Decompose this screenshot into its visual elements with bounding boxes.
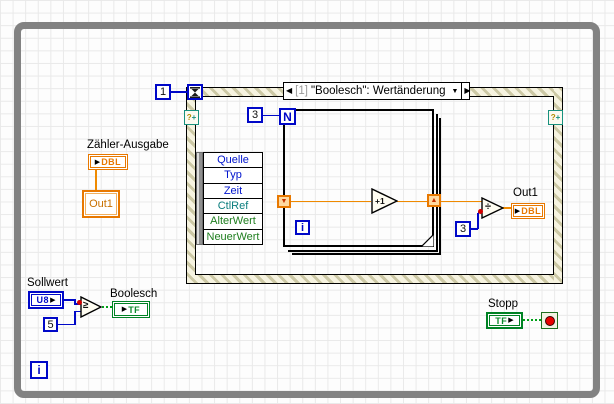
- loop-condition-terminal[interactable]: [541, 312, 558, 329]
- terminal-type: DBL: [521, 206, 542, 216]
- terminal-type: TF: [128, 304, 141, 315]
- for-loop-stack-line: [288, 250, 438, 252]
- terminal-type: U8: [36, 295, 50, 305]
- event-case-selector: ◀ [1] "Boolesch": Wertänderung ▼ ▶: [283, 82, 472, 100]
- counter-output-dbl-indicator[interactable]: ▶ DBL: [88, 154, 128, 170]
- dynamic-event-terminal-left[interactable]: ? +: [184, 110, 199, 125]
- event-data-node[interactable]: Quelle Typ Zeit CtlRef AlterWert NeuerWe…: [203, 152, 263, 245]
- dynamic-event-terminal-right[interactable]: ? +: [548, 110, 563, 125]
- stop-tf-control[interactable]: TF ▶: [486, 312, 523, 329]
- terminal-type: TF: [495, 315, 508, 326]
- out1-label[interactable]: Out1: [513, 187, 538, 199]
- wire-counter: [95, 170, 97, 190]
- for-loop-stack-line: [436, 114, 438, 252]
- wire-const-compare: [58, 323, 75, 325]
- terminal-type: DBL: [101, 157, 122, 167]
- wire-const-compare: [74, 311, 76, 325]
- indicator-arrow-icon: ▶: [121, 306, 128, 313]
- stop-control-label[interactable]: Stopp: [488, 298, 518, 310]
- event-data-row[interactable]: AlterWert: [204, 214, 262, 230]
- boolean-indicator-label[interactable]: Boolesch: [110, 288, 157, 300]
- counter-output-label[interactable]: Zähler-Ausgabe: [87, 139, 169, 151]
- divide-node[interactable]: ÷: [481, 197, 504, 219]
- for-loop-iteration-terminal[interactable]: i: [295, 220, 310, 235]
- next-case-arrow-icon[interactable]: ▶: [462, 87, 472, 95]
- case-title[interactable]: "Boolesch": Wertänderung: [311, 85, 446, 97]
- wire-count: [263, 114, 279, 116]
- setpoint-u8-control[interactable]: U8 ▶: [28, 291, 64, 309]
- control-arrow-icon: ▶: [508, 317, 514, 324]
- event-data-row[interactable]: Typ: [204, 168, 262, 184]
- hourglass-icon: [190, 86, 200, 98]
- indicator-arrow-icon: ▶: [514, 207, 521, 215]
- wire-shift-to-increment: [291, 200, 371, 202]
- event-data-node-bar[interactable]: [196, 152, 203, 245]
- out1-source-node[interactable]: Out1: [82, 190, 120, 218]
- boolean-tf-indicator[interactable]: ▶ TF: [112, 301, 150, 318]
- coercion-dot: [77, 300, 82, 305]
- out1-dbl-indicator[interactable]: ▶ DBL: [511, 203, 545, 219]
- wire-stop: [523, 319, 541, 321]
- prev-case-arrow-icon[interactable]: ◀: [284, 87, 294, 95]
- increment-node[interactable]: +1: [371, 188, 398, 214]
- page-curl-icon: [421, 234, 434, 247]
- shift-register-right[interactable]: ▲: [427, 194, 441, 207]
- while-loop-iteration-terminal[interactable]: i: [30, 361, 48, 379]
- indicator-arrow-icon: ▶: [94, 158, 101, 166]
- event-data-row[interactable]: CtlRef: [204, 199, 262, 215]
- event-data-row[interactable]: NeuerWert: [204, 230, 262, 244]
- event-data-row[interactable]: Zeit: [204, 184, 262, 199]
- increment-glyph: +1: [375, 196, 385, 206]
- coercion-dot: [478, 209, 483, 214]
- compare-constant[interactable]: 5: [43, 317, 58, 332]
- case-dropdown-icon[interactable]: ▼: [451, 88, 458, 95]
- timeout-constant[interactable]: 1: [155, 84, 171, 100]
- divide-constant[interactable]: 3: [455, 221, 471, 237]
- for-loop-stack-line: [292, 253, 441, 255]
- shift-register-left[interactable]: ▼: [277, 195, 291, 208]
- event-data-row[interactable]: Quelle: [204, 153, 262, 169]
- setpoint-label[interactable]: Sollwert: [27, 277, 68, 289]
- divide-glyph: ÷: [485, 201, 492, 213]
- out1-node-label: Out1: [85, 193, 117, 215]
- event-timeout-terminal[interactable]: [187, 84, 203, 100]
- greater-equal-glyph: ≥: [83, 300, 89, 311]
- wire-const-divide: [477, 213, 479, 229]
- wire-shift-to-divide: [441, 200, 482, 202]
- stop-sign-icon: [544, 315, 555, 326]
- for-loop-count-terminal[interactable]: N: [279, 108, 296, 125]
- dynamic-event-plus: +: [191, 112, 197, 122]
- block-diagram-canvas: i 1 ◀ [1] "Boolesch": Wertänderung ▼ ▶ ?…: [0, 0, 614, 404]
- for-loop-stack-line: [439, 118, 441, 255]
- wire-timeout: [171, 91, 187, 93]
- wire-boolean: [102, 306, 112, 308]
- case-index: [1]: [295, 85, 308, 97]
- greater-equal-node[interactable]: ≥: [80, 296, 102, 318]
- wire-increment-to-shift: [397, 200, 427, 202]
- control-arrow-icon: ▶: [50, 296, 56, 304]
- dynamic-event-plus: +: [555, 112, 561, 122]
- for-loop-count-constant[interactable]: 3: [247, 107, 263, 123]
